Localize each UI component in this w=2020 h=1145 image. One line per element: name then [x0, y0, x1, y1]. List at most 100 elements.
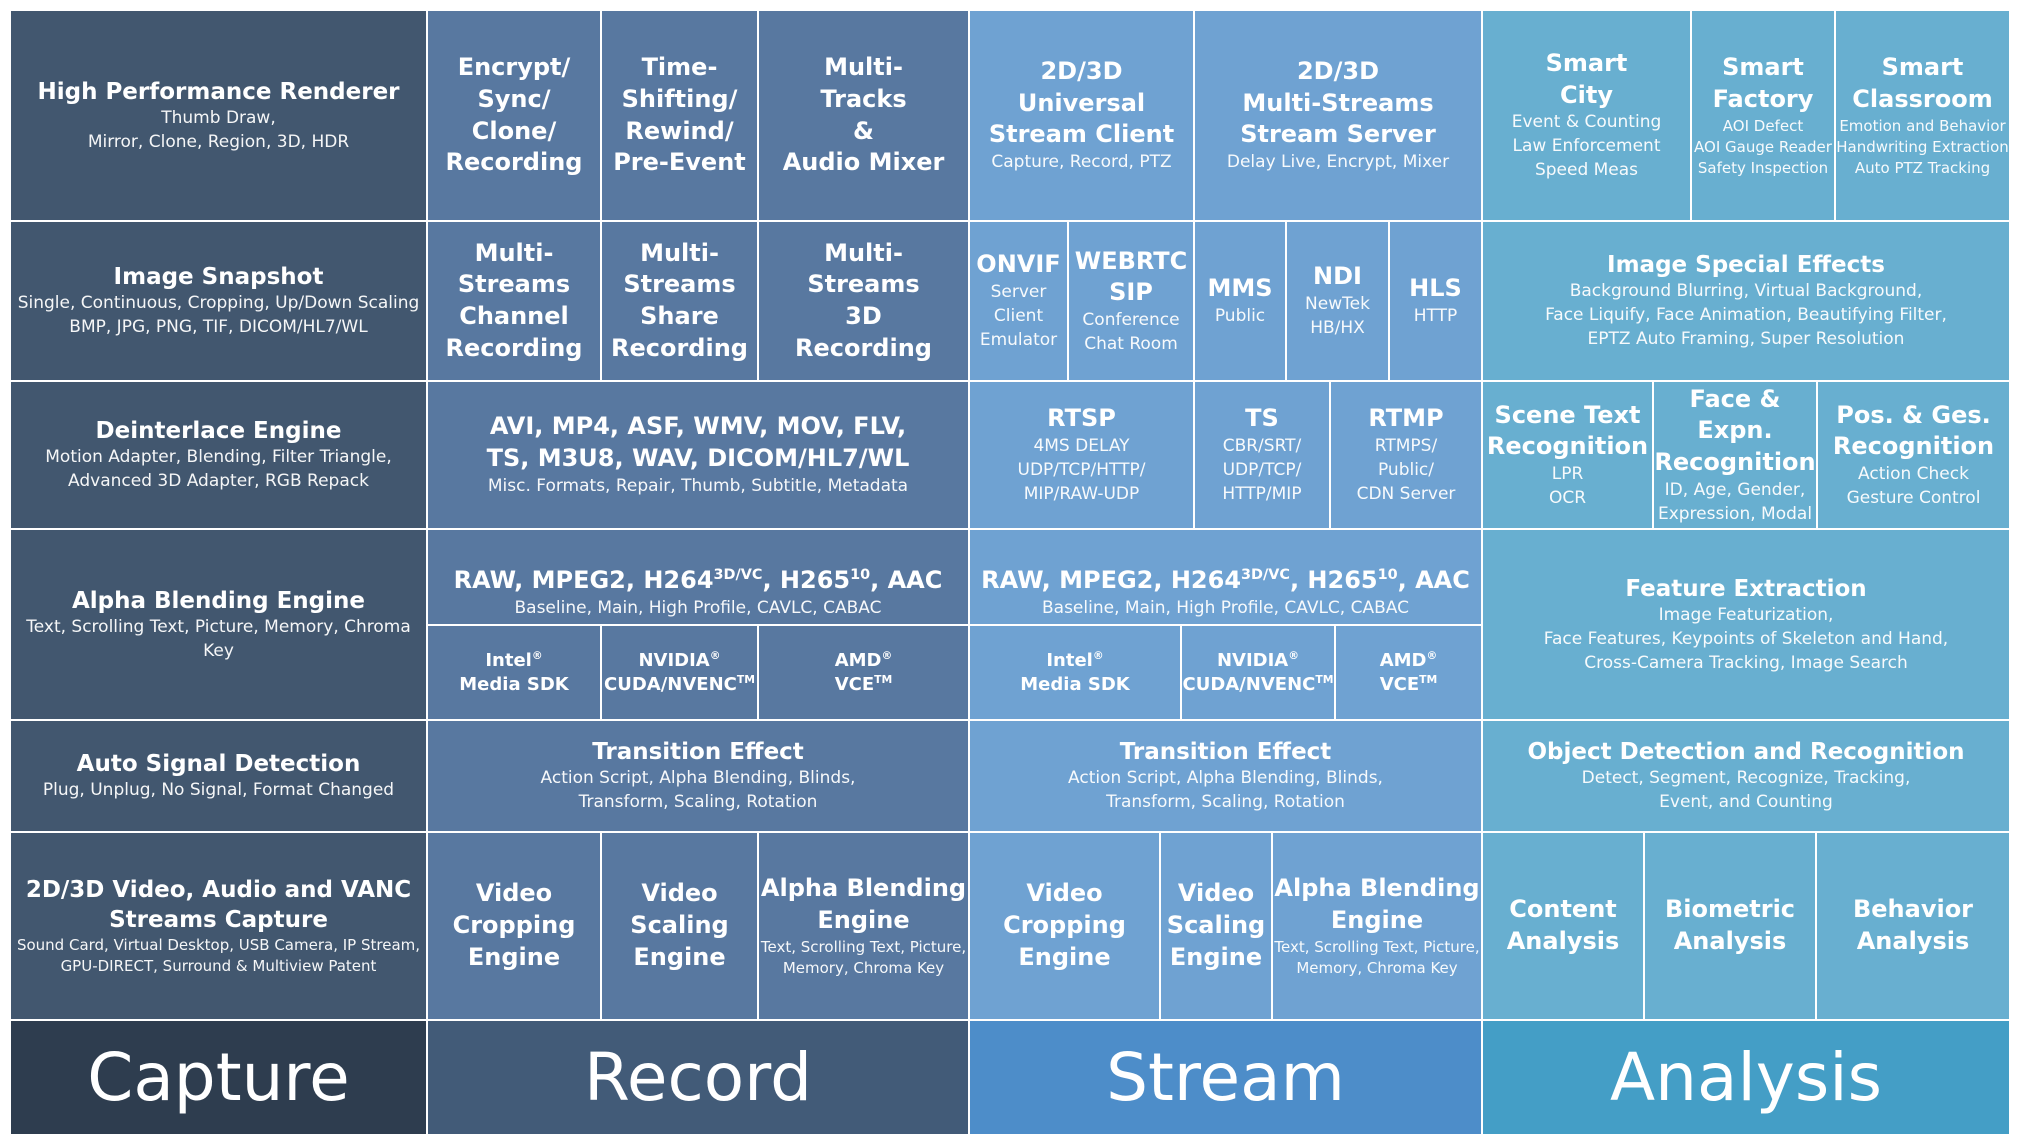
- analysis-pose-gesture-recognition: Pos. & Ges. Recognition Action Check Ges…: [1818, 382, 2009, 528]
- banner-label: Stream: [1106, 1039, 1345, 1116]
- stream-codecs: RAW, MPEG2, H2643D/VC, H26510, AAC Basel…: [970, 530, 1481, 624]
- analysis-scene-text-recognition: Scene Text Recognition LPR OCR: [1483, 382, 1652, 528]
- record-container-formats: AVI, MP4, ASF, WMV, MOV, FLV, TS, M3U8, …: [428, 382, 968, 528]
- cell-title: High Performance Renderer: [37, 78, 400, 105]
- registered-mark: ®: [1288, 648, 1300, 662]
- cell-subtitle: Text, Scrolling Text, Picture, Memory, C…: [760, 937, 967, 977]
- codec-list: , H265: [1289, 566, 1378, 595]
- registered-mark: ®: [709, 648, 721, 662]
- banner-label: Record: [583, 1039, 813, 1116]
- stream-hw-nvidia: NVIDIA® CUDA/NVENCTM: [1182, 626, 1334, 719]
- analysis-image-special-effects: Image Special Effects Background Blurrin…: [1483, 222, 2009, 380]
- banner-analysis: Analysis: [1483, 1021, 2009, 1134]
- cell-subtitle: LPR OCR: [1548, 463, 1587, 508]
- cell-subtitle: CBR/SRT/ UDP/TCP/ HTTP/MIP: [1222, 436, 1302, 504]
- record-hw-intel: Intel® Media SDK: [428, 626, 600, 719]
- cell-title: Time- Shifting/ Rewind/ Pre-Event: [613, 53, 746, 177]
- cell-title: Multi- Streams Channel Recording: [445, 238, 583, 362]
- record-multi-tracks-audio-mixer: Multi- Tracks & Audio Mixer: [759, 11, 968, 220]
- analysis-face-expression-recognition: Face & Expn. Recognition ID, Age, Gender…: [1654, 382, 1816, 528]
- banner-stream: Stream: [970, 1021, 1481, 1134]
- hw-product: Media SDK: [459, 673, 568, 697]
- hw-brand: NVIDIA®: [1217, 649, 1299, 673]
- cell-title: Deinterlace Engine: [95, 418, 342, 445]
- cell-subtitle: Delay Live, Encrypt, Mixer: [1226, 152, 1450, 173]
- banner-record: Record: [428, 1021, 968, 1134]
- cell-subtitle: NewTek HB/HX: [1305, 294, 1370, 338]
- cell-subtitle: Action Check Gesture Control: [1846, 463, 1981, 508]
- trademark-mark: TM: [1315, 672, 1334, 686]
- cell-subtitle: HTTP: [1413, 305, 1458, 326]
- codec-list: , H265: [762, 566, 851, 595]
- record-codecs: RAW, MPEG2, H2643D/VC, H26510, AAC Basel…: [428, 530, 968, 624]
- codec-sup: 3D/VC: [713, 567, 763, 584]
- codec-list: RAW, MPEG2, H264: [981, 566, 1242, 595]
- cell-subtitle: AOI Defect AOI Gauge Reader Safety Inspe…: [1694, 116, 1832, 177]
- stream-ndi: NDI NewTek HB/HX: [1287, 222, 1388, 380]
- stream-hw-amd: AMD® VCETM: [1336, 626, 1481, 719]
- cell-title: Content Analysis: [1506, 895, 1620, 955]
- codec-sup: 10: [850, 567, 871, 584]
- trademark-mark: TM: [874, 672, 893, 686]
- record-video-scaling: Video Scaling Engine: [602, 833, 757, 1019]
- registered-mark: ®: [1426, 648, 1438, 662]
- cell-title: Behavior Analysis: [1852, 895, 1974, 955]
- cell-title: Video Scaling Engine: [630, 879, 729, 971]
- stream-universal-client: 2D/3D Universal Stream Client Capture, R…: [970, 11, 1193, 220]
- cell-subtitle: Capture, Record, PTZ: [991, 152, 1172, 173]
- hw-product-name: Media SDK: [459, 673, 569, 695]
- cell-title: Image Special Effects: [1607, 252, 1885, 279]
- cell-title: Face & Expn. Recognition: [1654, 384, 1816, 477]
- hw-brand: AMD®: [1380, 649, 1438, 673]
- stream-transition-effect: Transition Effect Action Script, Alpha B…: [970, 721, 1481, 831]
- cell-title: Video Cropping Engine: [1003, 879, 1126, 971]
- codec-sup: 3D/VC: [1241, 567, 1290, 584]
- stream-multi-streams-server: 2D/3D Multi-Streams Stream Server Delay …: [1195, 11, 1481, 220]
- record-alpha-blending: Alpha Blending Engine Text, Scrolling Te…: [759, 833, 968, 1019]
- banner-capture: Capture: [11, 1021, 426, 1134]
- record-multi-streams-share: Multi- Streams Share Recording: [602, 222, 757, 380]
- cell-subtitle: Text, Scrolling Text, Picture, Memory, C…: [26, 616, 411, 661]
- hw-product-name: Media SDK: [1020, 673, 1130, 695]
- cell-title: TS: [1245, 404, 1279, 433]
- cell-subtitle: 4MS DELAY UDP/TCP/HTTP/ MIP/RAW-UDP: [1017, 436, 1146, 504]
- analysis-smart-classroom: Smart Classroom Emotion and Behavior Han…: [1836, 11, 2009, 220]
- cell-title: Multi- Streams Share Recording: [611, 238, 748, 362]
- cell-subtitle: Image Featurization, Face Features, Keyp…: [1543, 604, 1949, 673]
- cell-title: 2D/3D Multi-Streams Stream Server: [1240, 57, 1436, 149]
- stream-video-scaling: Video Scaling Engine: [1161, 833, 1271, 1019]
- hw-brand: NVIDIA®: [638, 649, 720, 673]
- hw-product-name: CUDA/NVENC: [1182, 673, 1316, 695]
- cell-title: Pos. & Ges. Recognition: [1832, 400, 1995, 461]
- cell-title: ONVIF: [976, 250, 1061, 279]
- analysis-feature-extraction: Feature Extraction Image Featurization, …: [1483, 530, 2009, 719]
- cell-title: Image Snapshot: [113, 264, 324, 291]
- hw-product-name: VCE: [1379, 673, 1420, 695]
- cell-subtitle: Baseline, Main, High Profile, CAVLC, CAB…: [514, 597, 882, 618]
- trademark-mark: TM: [1419, 672, 1438, 686]
- hw-product: VCETM: [1380, 673, 1438, 697]
- capture-image-snapshot: Image Snapshot Single, Continuous, Cropp…: [11, 222, 426, 380]
- cell-title: Smart Factory: [1712, 53, 1814, 113]
- cell-subtitle: Sound Card, Virtual Desktop, USB Camera,…: [16, 936, 421, 976]
- hw-brand-name: AMD: [834, 649, 882, 671]
- hw-brand: Intel®: [485, 649, 542, 673]
- registered-mark: ®: [881, 648, 893, 662]
- cell-title: Smart City: [1545, 49, 1628, 109]
- stream-ts: TS CBR/SRT/ UDP/TCP/ HTTP/MIP: [1195, 382, 1329, 528]
- record-transition-effect: Transition Effect Action Script, Alpha B…: [428, 721, 968, 831]
- stream-rtmp: RTMP RTMPS/ Public/ CDN Server: [1331, 382, 1481, 528]
- stream-rtsp: RTSP 4MS DELAY UDP/TCP/HTTP/ MIP/RAW-UDP: [970, 382, 1193, 528]
- record-multi-streams-3d: Multi- Streams 3D Recording: [759, 222, 968, 380]
- cell-subtitle: Thumb Draw, Mirror, Clone, Region, 3D, H…: [87, 107, 350, 152]
- analysis-content-analysis: Content Analysis: [1483, 833, 1643, 1019]
- cell-title: RAW, MPEG2, H2643D/VC, H26510, AAC: [454, 533, 943, 596]
- record-hw-amd: AMD® VCETM: [759, 626, 968, 719]
- cell-title: Biometric Analysis: [1664, 895, 1796, 955]
- cell-title: 2D/3D Video, Audio and VANC Streams Capt…: [25, 876, 412, 933]
- cell-title: Video Scaling Engine: [1166, 879, 1266, 971]
- cell-title: RTSP: [1047, 404, 1116, 433]
- cell-subtitle: Single, Continuous, Cropping, Up/Down Sc…: [17, 293, 420, 338]
- cell-subtitle: Event & Counting Law Enforcement Speed M…: [1511, 112, 1662, 181]
- hw-brand-name: NVIDIA: [1216, 649, 1289, 671]
